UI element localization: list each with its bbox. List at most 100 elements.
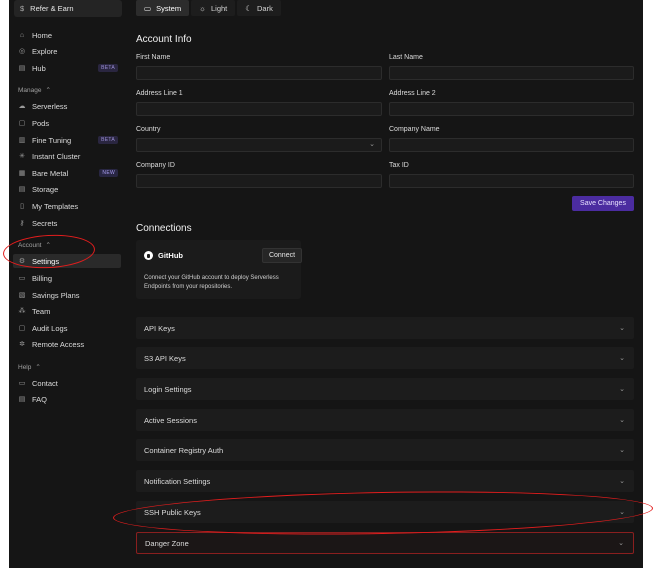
app-window: $ Refer & Earn ⌂ Home ◎ Explore ▤ Hub BE… [9,0,643,568]
account-section-toggle[interactable]: Account ⌃ [18,241,51,250]
accordion-ssh-public-keys[interactable]: SSH Public Keys ⌄ [136,501,634,523]
sidebar-item-hub[interactable]: ▤ Hub BETA [13,61,121,75]
sidebar-item-fine-tuning[interactable]: ▥ Fine Tuning BETA [13,133,121,147]
tab-label: Dark [256,3,273,13]
sidebar-item-billing[interactable]: ▭ Billing [13,271,121,285]
manage-section-toggle[interactable]: Manage ⌃ [18,86,51,95]
sidebar-item-secrets[interactable]: ⚷ Secrets [13,216,121,230]
sidebar-item-serverless[interactable]: ☁ Serverless [13,99,121,113]
home-icon: ⌂ [19,31,25,39]
log-icon: ▢ [18,325,26,332]
company-id-field[interactable] [136,174,382,188]
sidebar-item-savings-plans[interactable]: ▧ Savings Plans [13,288,121,302]
account-label: Account [18,241,42,249]
account-info-title: Account Info [136,34,192,45]
manage-label: Manage [18,86,42,94]
github-description: Connect your GitHub account to deploy Se… [144,275,279,290]
sidebar-item-storage[interactable]: ▤ Storage [13,182,121,196]
billing-icon: ▭ [18,275,26,282]
connections-title: Connections [136,223,192,234]
accordion-s3-api-keys[interactable]: S3 API Keys ⌄ [136,347,634,369]
sidebar-item-instant-cluster[interactable]: ✳ Instant Cluster [13,149,121,163]
accordion-danger-zone[interactable]: Danger Zone ⌄ [136,532,634,554]
refer-earn-button[interactable]: $ Refer & Earn [14,0,122,17]
save-changes-button[interactable]: Save Changes [572,196,634,211]
accordion-login-settings[interactable]: Login Settings ⌄ [136,378,634,400]
tax-id-field[interactable] [389,174,634,188]
sidebar-item-faq[interactable]: ▤ FAQ [13,392,121,406]
chevron-down-icon: ⌄ [619,509,625,516]
chevron-down-icon: ⌄ [619,447,625,454]
sidebar-item-contact[interactable]: ▭ Contact [13,376,121,390]
accordion-label: Active Sessions [144,415,197,425]
sidebar-item-label: Savings Plans [32,290,80,300]
theme-switcher: ▭ System ☼ Light ☾ Dark [136,0,281,16]
main-content: ▭ System ☼ Light ☾ Dark Account Info Fir… [127,0,643,568]
sidebar-item-label: Storage [32,184,59,194]
new-badge: NEW [99,169,118,177]
sidebar-item-label: Contact [32,378,58,388]
connect-github-button[interactable]: Connect [262,248,302,263]
tab-dark[interactable]: ☾ Dark [237,0,281,16]
beta-badge: BETA [98,64,118,72]
tab-light[interactable]: ☼ Light [191,0,236,16]
accordion-label: Container Registry Auth [144,445,224,455]
storage-icon: ▤ [18,186,26,193]
sidebar-item-label: My Templates [32,201,79,211]
key-icon: ⚷ [19,220,25,227]
github-title: GitHub [144,251,183,260]
address2-label: Address Line 2 [389,90,436,97]
tab-system[interactable]: ▭ System [136,0,190,16]
tuning-icon: ▥ [18,137,26,144]
pod-icon: ▢ [18,120,26,127]
sidebar-item-settings[interactable]: ⚙ Settings [13,254,121,268]
sidebar-item-label: Secrets [32,218,58,228]
tab-label: Light [210,3,228,13]
sidebar-item-my-templates[interactable]: ▯ My Templates [13,199,121,213]
accordion-label: SSH Public Keys [144,507,201,517]
address2-field[interactable] [389,102,634,116]
sidebar-item-explore[interactable]: ◎ Explore [13,44,121,58]
chevron-down-icon: ⌄ [619,417,625,424]
sidebar-item-label: Serverless [32,101,68,111]
dollar-icon: $ [20,4,25,13]
country-label: Country [136,126,161,133]
last-name-field[interactable] [389,66,634,80]
accordion-active-sessions[interactable]: Active Sessions ⌄ [136,409,634,431]
sidebar-item-team[interactable]: ⁂ Team [13,304,121,318]
sidebar-item-label: FAQ [32,394,48,404]
first-name-field[interactable] [136,66,382,80]
accordion-notification-settings[interactable]: Notification Settings ⌄ [136,470,634,492]
sidebar-item-label: Remote Access [32,339,85,349]
sidebar-item-pods[interactable]: ▢ Pods [13,116,121,130]
sidebar-item-audit-logs[interactable]: ▢ Audit Logs [13,321,121,335]
savings-icon: ▧ [18,292,26,299]
help-section-toggle[interactable]: Help ⌃ [18,363,41,372]
sidebar-item-bare-metal[interactable]: ▦ Bare Metal NEW [13,166,121,180]
sidebar-item-label: Explore [32,46,58,56]
accordion-api-keys[interactable]: API Keys ⌄ [136,317,634,339]
country-select[interactable]: ⌄ [136,138,382,152]
gear-icon: ⚙ [18,258,26,265]
sidebar-item-remote-access[interactable]: ✲ Remote Access [13,337,121,351]
accordion-label: API Keys [144,323,175,333]
accordion-container-registry-auth[interactable]: Container Registry Auth ⌄ [136,439,634,461]
github-connection-card: GitHub Connect Connect your GitHub accou… [136,240,302,299]
hub-icon: ▤ [18,65,26,72]
chevron-down-icon: ⌄ [618,540,624,547]
tax-id-label: Tax ID [389,162,409,169]
beta-badge: BETA [98,136,118,144]
template-icon: ▯ [20,203,24,210]
sun-icon: ☼ [199,3,206,13]
tab-label: System [156,3,182,13]
last-name-label: Last Name [389,54,423,61]
company-name-field[interactable] [389,138,634,152]
sidebar-item-label: Audit Logs [32,323,68,333]
chevron-down-icon: ⌄ [619,325,625,332]
chevron-down-icon: ⌄ [619,386,625,393]
chevron-down-icon: ⌄ [619,355,625,362]
cluster-icon: ✳ [19,153,25,160]
chevron-down-icon: ⌄ [619,478,625,485]
sidebar-item-home[interactable]: ⌂ Home [13,28,121,42]
address1-field[interactable] [136,102,382,116]
